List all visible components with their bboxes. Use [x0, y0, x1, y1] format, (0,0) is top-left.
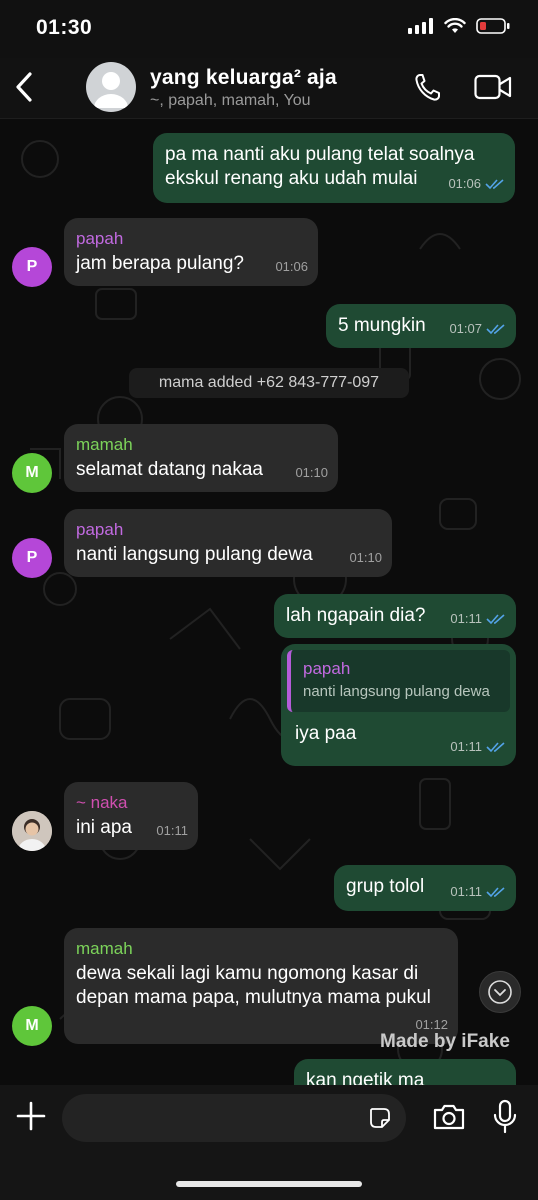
battery-icon	[476, 18, 510, 34]
double-check-icon	[486, 324, 505, 335]
message-bubble[interactable]: grup tolol 01:11	[334, 865, 516, 911]
avatar[interactable]: P	[12, 247, 52, 287]
phone-icon[interactable]	[414, 72, 442, 102]
plus-icon[interactable]	[14, 1099, 48, 1133]
system-message: mama added +62 843-777-097	[129, 368, 409, 398]
quoted-sender: papah	[303, 659, 351, 678]
chat-area[interactable]: pa ma nanti aku pulang telat soalnya eks…	[0, 119, 538, 1085]
double-check-icon	[486, 887, 505, 898]
sender-name: mamah	[76, 939, 133, 958]
message-time: 01:10	[295, 465, 328, 480]
quoted-text: nanti langsung pulang dewa	[303, 683, 490, 700]
message-bubble[interactable]: lah ngapain dia? 01:11	[274, 594, 516, 638]
wifi-icon	[444, 18, 466, 33]
message-time: 01:11	[450, 611, 482, 626]
message-bubble[interactable]: papah jam berapa pulang? 01:06	[64, 218, 318, 286]
message-bubble[interactable]: mamah dewa sekali lagi kamu ngomong kasa…	[64, 928, 458, 1044]
sender-name: papah	[76, 520, 124, 539]
group-title[interactable]: yang keluarga² aja	[150, 66, 337, 90]
message-text: grup tolol	[346, 876, 425, 897]
status-bar: 01:30	[0, 0, 538, 58]
avatar-photo[interactable]	[12, 811, 52, 851]
avatar[interactable]: M	[12, 1006, 52, 1046]
message-text: kan ngetik ma	[306, 1070, 425, 1085]
message-field[interactable]	[62, 1094, 406, 1144]
person-photo-icon	[12, 811, 52, 851]
message-text: jam berapa pulang?	[76, 253, 244, 274]
double-check-icon	[486, 742, 505, 753]
message-text: dewa sekali lagi kamu ngomong kasar di d…	[76, 963, 431, 1008]
message-text: 5 mungkin	[338, 315, 426, 336]
camera-icon[interactable]	[432, 1103, 466, 1131]
message-bubble[interactable]: mamah selamat datang nakaa 01:10	[64, 424, 338, 492]
message-bubble[interactable]: kan ngetik ma	[294, 1059, 516, 1085]
sender-name: papah	[76, 229, 124, 248]
group-avatar[interactable]	[86, 62, 136, 112]
input-bar	[0, 1085, 538, 1200]
message-text: pa ma nanti aku pulang telat soalnya eks…	[165, 144, 475, 189]
message-time: 01:06	[448, 176, 481, 191]
scroll-to-bottom-button[interactable]	[479, 971, 521, 1013]
message-bubble[interactable]: ~ naka ini apa 01:11	[64, 782, 198, 850]
message-text: ini apa	[76, 817, 132, 838]
sender-name: mamah	[76, 435, 133, 454]
chevron-down-icon	[488, 980, 512, 1004]
message-time: 01:10	[349, 550, 382, 565]
message-text: nanti langsung pulang dewa	[76, 544, 313, 565]
reply-message-bubble[interactable]: papah nanti langsung pulang dewa iya paa…	[281, 644, 516, 766]
message-bubble[interactable]: papah nanti langsung pulang dewa 01:10	[64, 509, 392, 577]
message-bubble[interactable]: pa ma nanti aku pulang telat soalnya eks…	[153, 133, 515, 203]
avatar[interactable]: P	[12, 538, 52, 578]
watermark: Made by iFake	[380, 1031, 510, 1052]
message-time: 01:11	[156, 823, 188, 838]
message-time: 01:11	[450, 884, 482, 899]
quoted-message[interactable]: papah nanti langsung pulang dewa	[287, 650, 510, 712]
video-call-icon[interactable]	[474, 74, 512, 100]
status-time: 01:30	[36, 16, 93, 39]
signal-icon	[408, 18, 433, 34]
microphone-icon[interactable]	[491, 1099, 519, 1135]
avatar[interactable]: M	[12, 453, 52, 493]
sender-name: ~ naka	[76, 793, 128, 812]
message-text: lah ngapain dia?	[286, 605, 426, 626]
sticker-icon[interactable]	[368, 1106, 392, 1130]
message-text: selamat datang nakaa	[76, 459, 263, 480]
message-time: 01:11	[450, 739, 482, 754]
chat-header: yang keluarga² aja ~, papah, mamah, You	[0, 58, 538, 119]
message-bubble[interactable]: 5 mungkin 01:07	[326, 304, 516, 348]
group-members[interactable]: ~, papah, mamah, You	[150, 92, 311, 110]
person-silhouette-icon	[94, 72, 128, 108]
double-check-icon	[486, 614, 505, 625]
home-indicator	[176, 1181, 362, 1187]
message-time: 01:06	[275, 259, 308, 274]
double-check-icon	[485, 179, 504, 190]
message-input[interactable]	[78, 1094, 352, 1144]
back-chevron-icon[interactable]	[14, 70, 34, 104]
message-text: iya paa	[295, 723, 357, 744]
message-time: 01:07	[449, 321, 482, 336]
